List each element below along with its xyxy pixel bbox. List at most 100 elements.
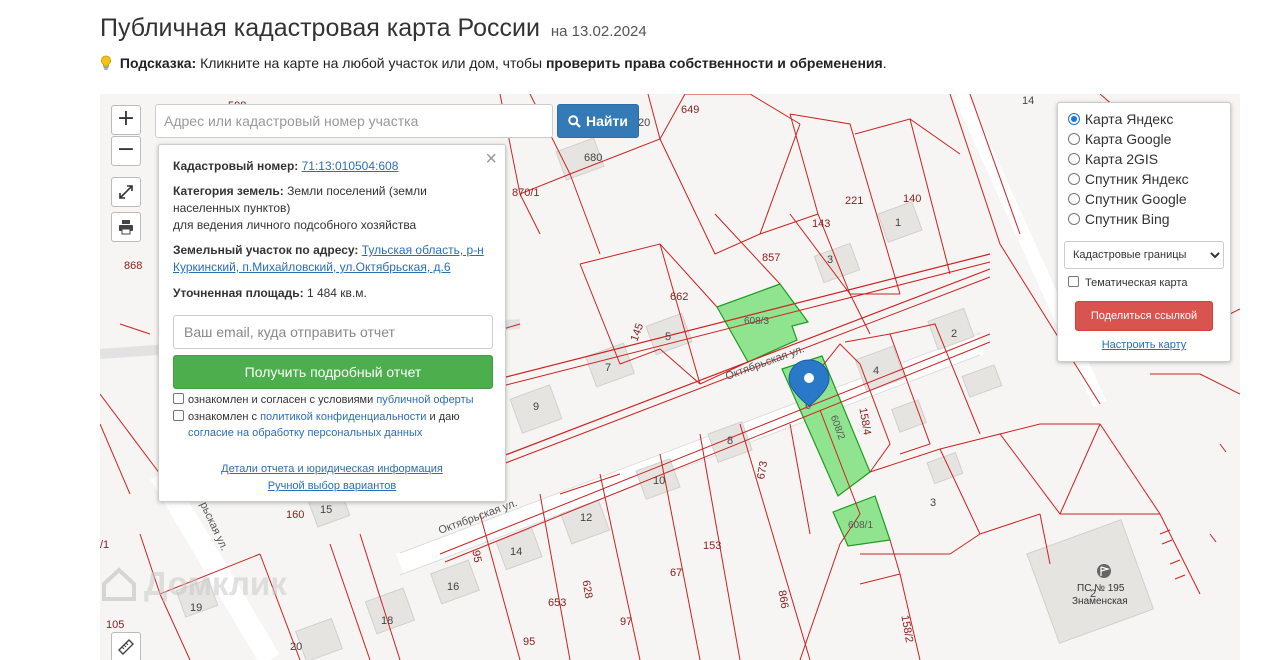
svg-text:19: 19 bbox=[190, 602, 202, 614]
data-processing-link[interactable]: согласие на обработку персональных данны… bbox=[188, 427, 422, 439]
zoom-in-button[interactable]: + bbox=[111, 105, 141, 135]
svg-text:9: 9 bbox=[533, 401, 539, 413]
offer-consent-checkbox[interactable] bbox=[173, 393, 184, 404]
layer-label: Спутник Яндекс bbox=[1084, 171, 1189, 187]
radio-yandex-satellite[interactable] bbox=[1068, 173, 1080, 185]
svg-text:608/1: 608/1 bbox=[848, 520, 873, 531]
privacy-consent-checkbox[interactable] bbox=[173, 410, 184, 421]
privacy-consent-text: ознакомлен с bbox=[188, 411, 258, 423]
fullscreen-button[interactable] bbox=[111, 177, 141, 207]
radio-google-map[interactable] bbox=[1068, 133, 1080, 145]
svg-text:/1: /1 bbox=[100, 539, 109, 551]
radio-yandex-map[interactable] bbox=[1068, 113, 1080, 125]
cadastral-number-label: Кадастровый номер: bbox=[173, 159, 299, 173]
ruler-icon bbox=[118, 639, 134, 655]
address-link-2[interactable]: Куркинский, п.Михайловский, ул.Октябрьск… bbox=[173, 260, 451, 274]
get-report-button[interactable]: Получить подробный отчет bbox=[173, 355, 493, 389]
offer-consent[interactable]: ознакомлен и согласен с условиями публич… bbox=[173, 392, 474, 408]
thematic-map-label: Тематическая карта bbox=[1085, 277, 1188, 289]
layer-label: Карта 2GIS bbox=[1084, 151, 1159, 167]
svg-text:20: 20 bbox=[638, 117, 650, 129]
layer-option-2gis-map[interactable]: Карта 2GIS bbox=[1068, 149, 1158, 169]
layer-option-bing-satellite[interactable]: Спутник Bing bbox=[1068, 209, 1170, 229]
svg-text:18: 18 bbox=[381, 615, 393, 627]
svg-text:662: 662 bbox=[670, 291, 688, 303]
search-button-label: Найти bbox=[586, 113, 628, 129]
email-field[interactable] bbox=[173, 315, 493, 349]
print-button[interactable] bbox=[111, 212, 141, 242]
radio-2gis-map[interactable] bbox=[1068, 153, 1080, 165]
layer-option-yandex-map[interactable]: Карта Яндекс bbox=[1068, 109, 1173, 129]
layer-option-yandex-satellite[interactable]: Спутник Яндекс bbox=[1068, 169, 1189, 189]
search-icon bbox=[568, 114, 581, 128]
svg-text:649: 649 bbox=[681, 104, 699, 116]
hint-label: Подсказка: bbox=[119, 55, 197, 71]
svg-text:680: 680 bbox=[584, 152, 602, 164]
radio-bing-satellite[interactable] bbox=[1068, 213, 1080, 225]
cadastral-number-link[interactable]: 71:13:010504:608 bbox=[302, 159, 399, 173]
svg-text:67: 67 bbox=[670, 567, 682, 579]
expand-icon bbox=[119, 185, 133, 199]
hint-text: Кликните на карте на любой участок или д… bbox=[200, 55, 543, 71]
thematic-map-checkbox[interactable] bbox=[1068, 276, 1079, 287]
svg-text:Знаменская: Знаменская bbox=[1072, 596, 1128, 607]
radio-google-satellite[interactable] bbox=[1068, 193, 1080, 205]
svg-text:105: 105 bbox=[106, 619, 124, 631]
printer-icon bbox=[119, 220, 133, 235]
svg-text:7: 7 bbox=[605, 362, 611, 374]
svg-text:12: 12 bbox=[580, 512, 592, 524]
svg-text:3: 3 bbox=[930, 497, 936, 509]
privacy-consent-mid: и даю bbox=[429, 411, 460, 423]
layer-label: Карта Google bbox=[1084, 131, 1172, 147]
privacy-policy-link[interactable]: политикой конфиденциальности bbox=[260, 411, 426, 423]
lightbulb-icon bbox=[101, 55, 111, 70]
hint: Подсказка: Кликните на карте на любой уч… bbox=[100, 55, 887, 71]
thematic-map-toggle[interactable]: Тематическая карта bbox=[1068, 275, 1187, 291]
address-link-1[interactable]: Тульская область, р-н bbox=[362, 243, 484, 257]
manual-selection-link[interactable]: Ручной выбор вариантов bbox=[268, 480, 396, 492]
area-row: Уточненная площадь: 1 484 кв.м. bbox=[173, 285, 495, 302]
page-date: на 13.02.2024 bbox=[550, 23, 647, 40]
public-offer-link[interactable]: публичной оферты bbox=[376, 394, 473, 406]
cadastral-map[interactable]: 649 14 20 680 870/1 221 140 143 1 857 3 … bbox=[100, 94, 1240, 660]
svg-text:3: 3 bbox=[827, 254, 833, 266]
boundary-select[interactable]: Кадастровые границы bbox=[1064, 241, 1224, 269]
area-value: 1 484 кв.м. bbox=[306, 286, 367, 300]
search-input[interactable] bbox=[155, 104, 553, 138]
svg-text:95: 95 bbox=[523, 636, 535, 648]
parcel-popup: × Кадастровый номер: 71:13:010504:608 Ка… bbox=[158, 144, 506, 502]
layer-option-google-map[interactable]: Карта Google bbox=[1068, 129, 1171, 149]
hint-end: . bbox=[882, 55, 887, 71]
privacy-consent[interactable]: ознакомлен с политикой конфиденциальност… bbox=[173, 409, 460, 441]
layer-label: Спутник Bing bbox=[1084, 211, 1170, 227]
manual-link-row: Ручной выбор вариантов bbox=[159, 480, 505, 492]
svg-text:221: 221 bbox=[845, 195, 863, 207]
layers-panel: Карта Яндекс Карта Google Карта 2GIS Спу… bbox=[1057, 102, 1231, 362]
zoom-out-button[interactable]: − bbox=[111, 136, 141, 166]
share-link-button[interactable]: Поделиться ссылкой bbox=[1075, 301, 1213, 331]
svg-text:4: 4 bbox=[873, 365, 879, 377]
ruler-button[interactable] bbox=[111, 632, 141, 660]
svg-text:160: 160 bbox=[286, 509, 304, 521]
category-row: Категория земель: Земли поселений (земли… bbox=[173, 183, 495, 234]
svg-text:868: 868 bbox=[124, 260, 142, 272]
hint-bold: проверить права собственности и обремене… bbox=[545, 55, 883, 71]
svg-text:140: 140 bbox=[903, 193, 921, 205]
search-button[interactable]: Найти bbox=[557, 104, 639, 138]
page-title: Публичная кадастровая карта России на 13… bbox=[100, 14, 647, 43]
svg-text:153: 153 bbox=[703, 540, 721, 552]
layer-option-google-satellite[interactable]: Спутник Google bbox=[1068, 189, 1187, 209]
details-link-row: Детали отчета и юридическая информация bbox=[159, 463, 505, 475]
svg-text:8: 8 bbox=[727, 435, 733, 447]
svg-text:16: 16 bbox=[447, 581, 459, 593]
address-row: Земельный участок по адресу: Тульская об… bbox=[173, 242, 495, 276]
svg-text:870/1: 870/1 bbox=[512, 187, 540, 199]
svg-text:2: 2 bbox=[951, 328, 957, 340]
svg-text:10: 10 bbox=[653, 475, 665, 487]
cadastral-number-row: Кадастровый номер: 71:13:010504:608 bbox=[173, 158, 495, 175]
details-link[interactable]: Детали отчета и юридическая информация bbox=[221, 463, 443, 475]
svg-text:608/3: 608/3 bbox=[744, 316, 769, 327]
category-value-2: населенных пунктов) bbox=[173, 201, 291, 215]
configure-map-link[interactable]: Настроить карту bbox=[1058, 339, 1230, 351]
page-title-text: Публичная кадастровая карта России bbox=[100, 14, 540, 42]
